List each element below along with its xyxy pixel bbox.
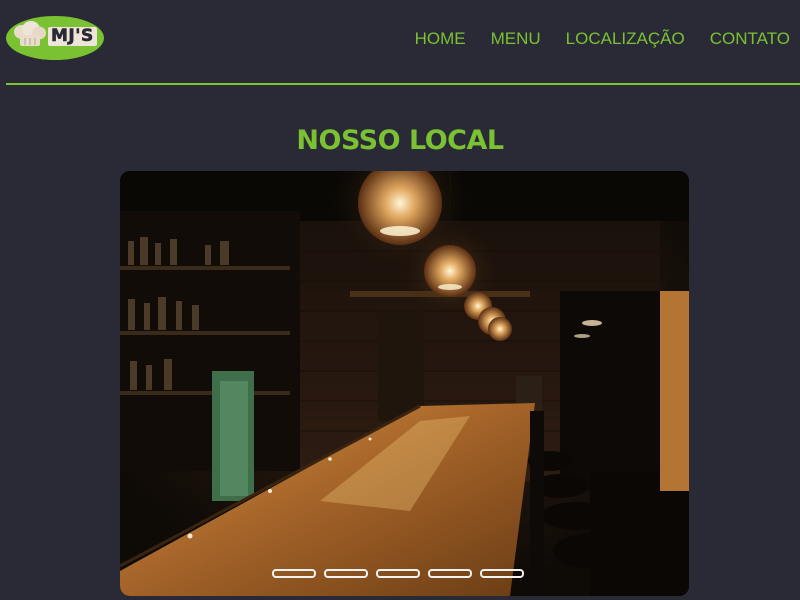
- nav-menu-link[interactable]: MENU: [491, 28, 541, 50]
- nav-home-link[interactable]: HOME: [415, 28, 466, 50]
- carousel-indicator-1[interactable]: [272, 569, 316, 578]
- main-nav: HOME MENU LOCALIZAÇÃO CONTATO: [390, 28, 790, 50]
- chef-hat-icon: [14, 21, 46, 46]
- nav-contact-link[interactable]: CONTATO: [710, 28, 790, 50]
- bar-interior-image: [120, 171, 689, 596]
- carousel-indicator-4[interactable]: [428, 569, 472, 578]
- carousel-indicators: [272, 569, 524, 578]
- carousel-indicator-2[interactable]: [324, 569, 368, 578]
- brand-logo[interactable]: MJ'S: [6, 16, 104, 60]
- location-carousel[interactable]: [120, 171, 689, 596]
- logo-text: MJ'S: [48, 26, 97, 46]
- carousel-indicator-5[interactable]: [480, 569, 524, 578]
- carousel-indicator-3[interactable]: [376, 569, 420, 578]
- header-divider: [6, 83, 800, 85]
- site-header: MJ'S HOME MENU LOCALIZAÇÃO CONTATO: [0, 0, 800, 84]
- nav-location-link[interactable]: LOCALIZAÇÃO: [566, 28, 685, 50]
- section-title: NOSSO LOCAL: [296, 125, 504, 156]
